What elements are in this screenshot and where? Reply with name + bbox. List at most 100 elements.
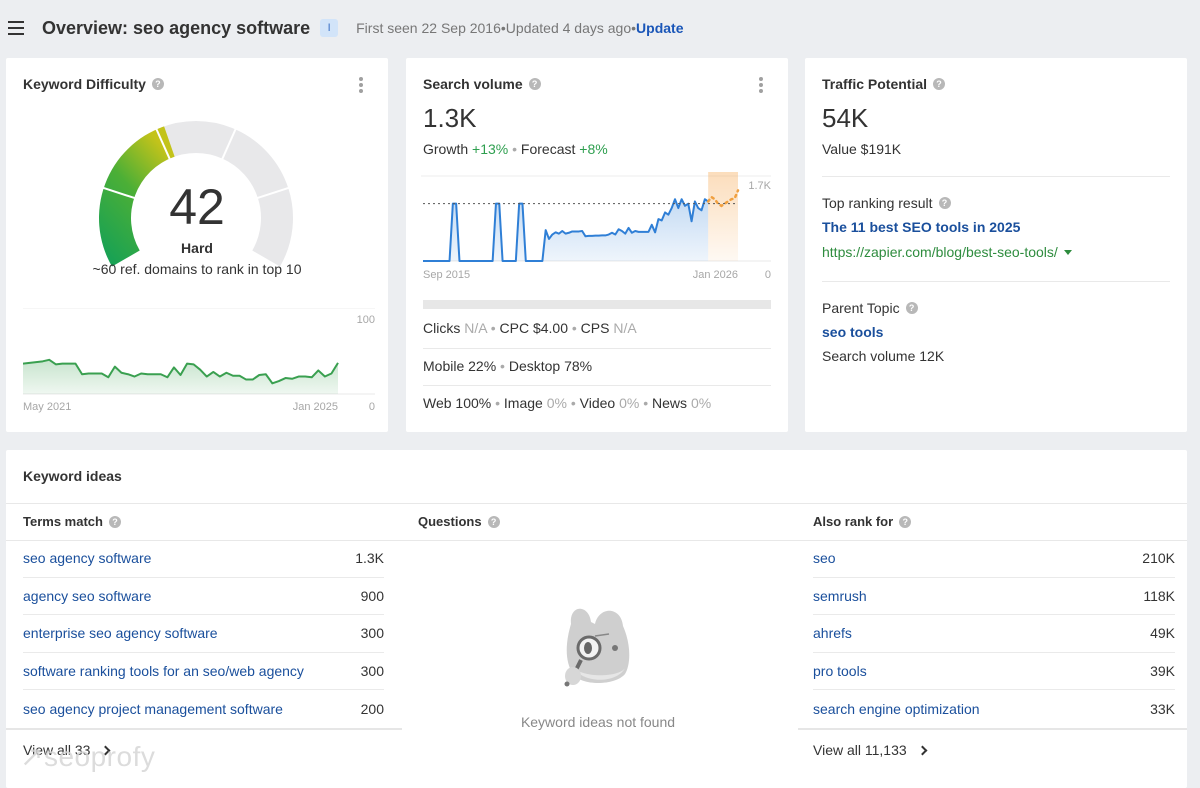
first-seen: First seen 22 Sep 2016 bbox=[356, 20, 501, 36]
questions-label: Questions bbox=[418, 514, 482, 529]
news-label: News bbox=[652, 395, 688, 411]
dropdown-caret-icon[interactable] bbox=[1063, 249, 1072, 255]
tp-traffic-value: Value $191K bbox=[822, 141, 902, 157]
cps-label: CPS bbox=[580, 320, 610, 336]
top-ranking-title-row: The 11 best SEO tools in 2025 bbox=[822, 219, 1020, 235]
kd-history-chart: May 2021 Jan 2025 100 0 bbox=[23, 308, 375, 413]
help-icon[interactable]: ? bbox=[938, 197, 951, 209]
list-item: semrush 118K bbox=[813, 578, 1175, 615]
divider bbox=[822, 176, 1170, 177]
forecast-area bbox=[708, 172, 738, 261]
help-icon[interactable]: ? bbox=[905, 302, 918, 314]
top-ranking-title-link[interactable]: The 11 best SEO tools in 2025 bbox=[822, 219, 1020, 235]
view-all-also-rank-label: View all 11,133 bbox=[813, 742, 907, 758]
more-options-icon[interactable] bbox=[359, 77, 363, 93]
list-item: pro tools 39K bbox=[813, 653, 1175, 690]
view-all-also-rank-button[interactable]: View all 11,133 bbox=[813, 742, 928, 758]
kd-title-row: Keyword Difficulty ? bbox=[23, 76, 164, 92]
help-icon[interactable]: ? bbox=[899, 515, 912, 528]
watermark-text: seoprofy bbox=[43, 741, 156, 772]
help-icon[interactable]: ? bbox=[487, 515, 500, 528]
also-rank-for-label: Also rank for bbox=[813, 514, 894, 529]
news-value: 0% bbox=[690, 395, 712, 411]
separator-dot: • bbox=[490, 320, 500, 336]
keyword-volume: 900 bbox=[360, 587, 384, 604]
list-item: seo 210K bbox=[813, 540, 1175, 578]
forecast-label: Forecast bbox=[520, 141, 576, 157]
keyword-link[interactable]: agency seo software bbox=[23, 588, 151, 604]
keyword-volume: 1.3K bbox=[355, 550, 384, 567]
questions-header: Questions ? bbox=[418, 514, 500, 529]
keyword-volume: 300 bbox=[360, 662, 384, 679]
top-ranking-label-row: Top ranking result ? bbox=[822, 195, 951, 211]
keyword-link[interactable]: pro tools bbox=[813, 663, 867, 679]
x-tick-end: Jan 2026 bbox=[693, 269, 738, 281]
intent-badge[interactable]: I bbox=[320, 19, 339, 37]
keyword-link[interactable]: seo bbox=[813, 550, 836, 566]
y-tick-min: 0 bbox=[765, 269, 771, 281]
divider bbox=[6, 503, 1187, 504]
separator-dot: • bbox=[512, 141, 521, 157]
parent-topic-label-row: Parent Topic ? bbox=[822, 300, 918, 316]
watermark: ↗seoprofy bbox=[20, 740, 155, 773]
empty-state-message: Keyword ideas not found bbox=[520, 714, 676, 730]
growth-label: Growth bbox=[423, 141, 469, 157]
updated-text: Updated 4 days ago bbox=[505, 20, 632, 36]
image-label: Image bbox=[503, 395, 543, 411]
parent-volume: Search volume 12K bbox=[822, 348, 945, 364]
mobile-share: Mobile 22% bbox=[423, 358, 497, 374]
kd-subtitle: ~60 ref. domains to rank in top 10 bbox=[92, 261, 302, 277]
x-tick-end: Jan 2025 bbox=[293, 401, 338, 413]
y-tick-max: 100 bbox=[357, 314, 375, 326]
help-icon[interactable]: ? bbox=[528, 78, 541, 90]
help-icon[interactable]: ? bbox=[151, 78, 164, 90]
sv-device-row: Mobile 22% • Desktop 78% bbox=[423, 348, 771, 374]
x-tick-start: Sep 2015 bbox=[423, 269, 470, 281]
more-options-icon[interactable] bbox=[759, 77, 763, 93]
help-icon[interactable]: ? bbox=[108, 515, 121, 528]
keyword-volume: 210K bbox=[1142, 550, 1175, 567]
kd-title: Keyword Difficulty bbox=[23, 76, 146, 92]
keyword-link[interactable]: ahrefs bbox=[813, 625, 852, 641]
sv-title-row: Search volume ? bbox=[423, 76, 541, 92]
keyword-volume: 49K bbox=[1150, 625, 1175, 642]
keyword-difficulty-card: Keyword Difficulty ? 42 Hard ~60 ref. do… bbox=[6, 58, 388, 432]
page-title: Overview: seo agency software bbox=[42, 17, 311, 38]
forecast-value: +8% bbox=[579, 141, 608, 157]
sv-value: 1.3K bbox=[423, 103, 477, 133]
sv-divider-bar bbox=[423, 300, 771, 309]
help-icon[interactable]: ? bbox=[933, 78, 946, 90]
keyword-link[interactable]: software ranking tools for an seo/web ag… bbox=[23, 663, 304, 679]
watermark-arrow-icon: ↗ bbox=[20, 741, 44, 772]
update-link[interactable]: Update bbox=[636, 20, 683, 36]
keyword-link[interactable]: enterprise seo agency software bbox=[23, 625, 218, 641]
keyword-link[interactable]: search engine optimization bbox=[813, 701, 980, 717]
list-item: ahrefs 49K bbox=[813, 615, 1175, 653]
list-item: search engine optimization 33K bbox=[813, 690, 1175, 728]
top-ranking-url-row: https://zapier.com/blog/best-seo-tools/ bbox=[822, 244, 1072, 260]
sv-title: Search volume bbox=[423, 76, 523, 92]
x-tick-start: May 2021 bbox=[23, 401, 71, 413]
keyword-volume: 33K bbox=[1150, 700, 1175, 717]
separator-dot: • bbox=[571, 320, 581, 336]
also-rank-for-header: Also rank for ? bbox=[813, 514, 912, 529]
image-value: 0% bbox=[546, 395, 567, 411]
sv-clicks-row: Clicks N/A • CPC $4.00 • CPS N/A bbox=[423, 320, 771, 336]
keyword-link[interactable]: seo agency software bbox=[23, 550, 151, 566]
top-ranking-url-link[interactable]: https://zapier.com/blog/best-seo-tools/ bbox=[822, 244, 1058, 260]
menu-icon[interactable] bbox=[8, 21, 24, 35]
clicks-value: N/A bbox=[464, 320, 487, 336]
keyword-ideas-card: Keyword ideas Terms match ? Questions ? … bbox=[6, 450, 1187, 788]
list-divider bbox=[798, 728, 1187, 730]
page-header: Overview: seo agency software I First se… bbox=[0, 0, 1200, 56]
keyword-link[interactable]: seo agency project management software bbox=[23, 701, 283, 717]
list-item: agency seo software 900 bbox=[23, 578, 384, 615]
empty-state-mascot-icon bbox=[564, 608, 630, 687]
series-area bbox=[23, 359, 338, 394]
terms-match-list: seo agency software 1.3K agency seo softwa… bbox=[23, 540, 384, 728]
cpc-value: CPC $4.00 bbox=[499, 320, 568, 336]
parent-topic-link[interactable]: seo tools bbox=[822, 324, 883, 340]
keyword-volume: 200 bbox=[360, 700, 384, 717]
keyword-volume: 118K bbox=[1143, 587, 1175, 604]
keyword-link[interactable]: semrush bbox=[813, 588, 867, 604]
